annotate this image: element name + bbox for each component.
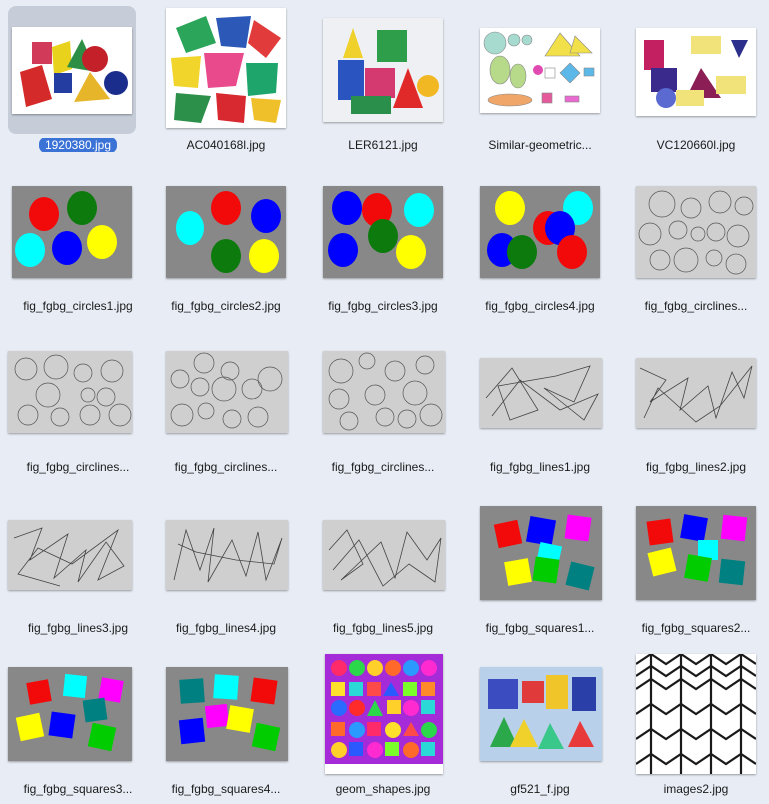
file-name: AC040168l.jpg <box>186 138 266 152</box>
file-item[interactable]: fig_fgbg_circlines... <box>618 161 769 321</box>
file-item[interactable]: fig_fgbg_circlines... <box>148 322 304 482</box>
image-thumbnail <box>323 351 445 433</box>
image-thumbnail <box>166 8 286 128</box>
file-item[interactable]: fig_fgbg_lines1.jpg <box>462 322 618 482</box>
file-name: geom_shapes.jpg <box>335 782 431 796</box>
image-thumbnail <box>636 506 756 600</box>
file-name: fig_fgbg_lines4.jpg <box>175 621 277 635</box>
file-name: fig_fgbg_circlines... <box>26 460 130 474</box>
image-thumbnail <box>480 28 600 113</box>
file-name: fig_fgbg_circles4.jpg <box>485 299 595 313</box>
image-thumbnail <box>480 358 602 428</box>
file-name: fig_fgbg_circles3.jpg <box>328 299 438 313</box>
file-name: 1920380.jpg <box>38 138 118 152</box>
image-thumbnail <box>166 351 288 433</box>
file-item[interactable]: fig_fgbg_circles3.jpg <box>305 161 461 321</box>
image-thumbnail <box>323 186 443 278</box>
image-thumbnail <box>636 28 756 116</box>
file-item[interactable]: Similar-geometric... <box>462 0 618 160</box>
file-name: fig_fgbg_lines3.jpg <box>27 621 129 635</box>
file-item[interactable]: 1920380.jpg <box>0 0 156 160</box>
image-thumbnail <box>636 186 756 278</box>
image-thumbnail <box>480 506 602 600</box>
file-item[interactable]: AC040168l.jpg <box>148 0 304 160</box>
image-thumbnail <box>636 358 756 428</box>
image-thumbnail <box>166 667 288 761</box>
file-item[interactable]: fig_fgbg_squares3... <box>0 644 156 804</box>
file-name: fig_fgbg_circlines... <box>331 460 435 474</box>
file-item[interactable]: fig_fgbg_squares1... <box>462 483 618 643</box>
image-thumbnail <box>480 667 602 761</box>
file-name: fig_fgbg_circles1.jpg <box>23 299 133 313</box>
image-thumbnail <box>325 654 443 774</box>
file-item[interactable]: fig_fgbg_circles1.jpg <box>0 161 156 321</box>
file-item[interactable]: fig_fgbg_circlines... <box>0 322 156 482</box>
image-thumbnail <box>8 667 132 761</box>
image-thumbnail <box>323 18 443 122</box>
image-thumbnail <box>12 186 132 278</box>
file-name: LER6121.jpg <box>348 138 418 152</box>
file-item[interactable]: fig_fgbg_circles2.jpg <box>148 161 304 321</box>
file-item[interactable]: fig_fgbg_lines4.jpg <box>148 483 304 643</box>
file-name: images2.jpg <box>663 782 729 796</box>
file-name: fig_fgbg_circlines... <box>174 460 278 474</box>
file-item[interactable]: fig_fgbg_lines5.jpg <box>305 483 461 643</box>
file-name: Similar-geometric... <box>488 138 592 152</box>
file-item[interactable]: LER6121.jpg <box>305 0 461 160</box>
file-icon-grid: 1920380.jpg AC040168l.jpg LER6121.jpg Si… <box>0 0 769 803</box>
file-name: fig_fgbg_squares4... <box>171 782 281 796</box>
file-name: fig_fgbg_squares2... <box>641 621 751 635</box>
image-thumbnail <box>166 186 286 278</box>
image-thumbnail <box>636 654 756 774</box>
file-name: VC120660l.jpg <box>656 138 736 152</box>
file-item[interactable]: fig_fgbg_circlines... <box>305 322 461 482</box>
file-item[interactable]: VC120660l.jpg <box>618 0 769 160</box>
file-item[interactable]: fig_fgbg_circles4.jpg <box>462 161 618 321</box>
file-name: fig_fgbg_circlines... <box>644 299 748 313</box>
image-thumbnail <box>12 27 132 114</box>
image-thumbnail <box>323 520 445 590</box>
file-item[interactable]: gf521_f.jpg <box>462 644 618 804</box>
file-item[interactable]: fig_fgbg_squares4... <box>148 644 304 804</box>
file-name: fig_fgbg_circles2.jpg <box>171 299 281 313</box>
file-name: fig_fgbg_squares1... <box>485 621 595 635</box>
file-name: gf521_f.jpg <box>510 782 570 796</box>
file-item[interactable]: geom_shapes.jpg <box>305 644 461 804</box>
image-thumbnail <box>8 520 132 590</box>
file-name: fig_fgbg_lines1.jpg <box>489 460 591 474</box>
file-name: fig_fgbg_lines2.jpg <box>645 460 747 474</box>
file-item[interactable]: fig_fgbg_squares2... <box>618 483 769 643</box>
file-item[interactable]: fig_fgbg_lines3.jpg <box>0 483 156 643</box>
file-name: fig_fgbg_lines5.jpg <box>332 621 434 635</box>
file-item[interactable]: images2.jpg <box>618 644 769 804</box>
file-name: fig_fgbg_squares3... <box>23 782 133 796</box>
image-thumbnail <box>166 520 288 590</box>
image-thumbnail <box>480 186 600 278</box>
file-item[interactable]: fig_fgbg_lines2.jpg <box>618 322 769 482</box>
image-thumbnail <box>8 351 132 433</box>
